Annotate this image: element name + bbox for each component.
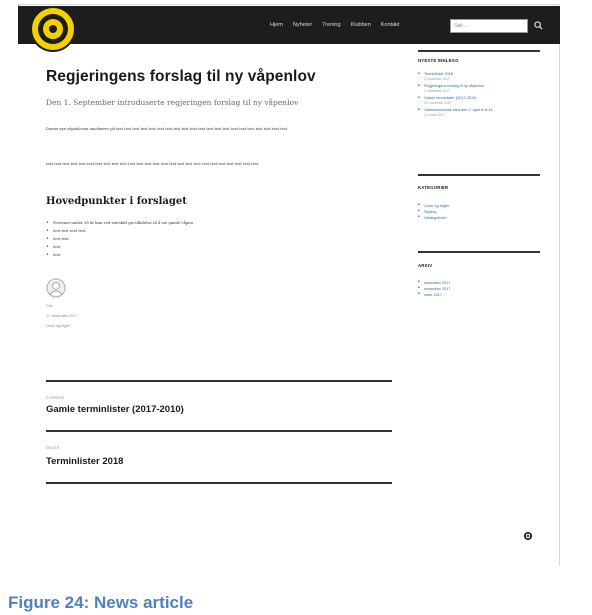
search-input[interactable]: Søk ... xyxy=(450,19,528,33)
divider xyxy=(46,430,392,432)
main-navigation: Hjem Nyheter Trening Klubben Kontakt xyxy=(270,22,399,28)
logo-inner xyxy=(43,19,63,39)
list-item: test xyxy=(46,244,193,252)
categories-heading: KATEGORIER xyxy=(418,185,449,190)
list-item: test xyxy=(46,252,193,260)
search-icon[interactable] xyxy=(534,21,543,30)
recent-posts-heading: NYESTE INNLEGG xyxy=(418,58,459,63)
list-item[interactable]: Terminlister 2018 3. desember 2017 xyxy=(418,71,493,82)
next-post-kicker: NESTE xyxy=(46,446,60,450)
bullet-list: Personer under 18 år kan ved særskilt gi… xyxy=(46,220,193,260)
author-avatar-icon xyxy=(46,278,66,298)
previous-post-kicker: FORRIGE xyxy=(46,396,65,400)
list-item[interactable]: Ukategorisert xyxy=(418,214,450,221)
list-item: test test test test xyxy=(46,228,193,236)
nav-item-klubben[interactable]: Klubben xyxy=(351,22,371,28)
previous-post-link[interactable]: Gamle terminlister (2017-2010) xyxy=(46,404,184,415)
nav-item-trening[interactable]: Trening xyxy=(322,22,340,28)
author-name[interactable]: Gris xyxy=(46,304,53,308)
divider xyxy=(418,251,540,253)
divider xyxy=(46,380,392,382)
site-header: Hjem Nyheter Trening Klubben Kontakt Søk… xyxy=(18,6,560,44)
recent-post-date: 10. mars 2017 xyxy=(424,113,445,117)
archive-list: desember 2017 november 2017 mars 2017 xyxy=(418,279,450,298)
divider xyxy=(418,174,540,176)
list-item[interactable]: Regjeringens forslag til ny våpenlov 1. … xyxy=(418,83,493,94)
section-heading: Hovedpunkter i forslaget xyxy=(46,196,187,207)
article: Regjeringens forslag til ny våpenlov Den… xyxy=(46,68,392,328)
nav-item-hjem[interactable]: Hjem xyxy=(270,22,283,28)
next-post-link[interactable]: Terminlister 2018 xyxy=(46,456,123,467)
club-logo[interactable] xyxy=(30,6,76,52)
divider xyxy=(46,482,392,484)
archive-link[interactable]: mars 2017 xyxy=(424,292,450,298)
list-item: test test xyxy=(46,236,193,244)
list-item[interactable]: Julekonkurranse sted den 2. april til kl… xyxy=(418,107,493,118)
article-paragraph-1: Denne nye våpenloven innebærer på test t… xyxy=(46,127,288,131)
archive-heading: ARKIV xyxy=(418,263,433,268)
nav-item-kontakt[interactable]: Kontakt xyxy=(381,22,400,28)
divider xyxy=(418,50,540,52)
logo-bullseye xyxy=(47,23,59,35)
article-title: Regjeringens forslag til ny våpenlov xyxy=(46,68,316,85)
figure-caption: Figure 24: News article xyxy=(8,593,194,612)
list-item[interactable]: Gamle terminlister (2017-2010) 15. novem… xyxy=(418,95,493,106)
logo-ring xyxy=(38,14,68,44)
post-category[interactable]: Lover og regler xyxy=(46,324,70,328)
categories-list: Lover og regler Skyting Ukategorisert xyxy=(418,202,450,221)
list-item[interactable]: mars 2017 xyxy=(418,291,450,298)
recent-posts-list: Terminlister 2018 3. desember 2017 Regje… xyxy=(418,71,493,118)
recent-post-date: 1. desember 2017 xyxy=(424,89,450,93)
list-item: Personer under 18 år kan ved særskilt gi… xyxy=(46,220,193,228)
category-link[interactable]: Ukategorisert xyxy=(424,215,450,221)
article-lead: Den 1. September introduserte regjeringe… xyxy=(46,98,299,107)
article-paragraph-2: test test test test test test test test … xyxy=(46,162,259,166)
nav-item-nyheter[interactable]: Nyheter xyxy=(293,22,312,28)
scroll-to-top-icon[interactable] xyxy=(523,531,533,541)
recent-post-date: 3. desember 2017 xyxy=(424,77,450,81)
recent-post-date: 15. november 2017 xyxy=(424,101,452,105)
post-date[interactable]: 21. desember 2017 xyxy=(46,314,77,318)
